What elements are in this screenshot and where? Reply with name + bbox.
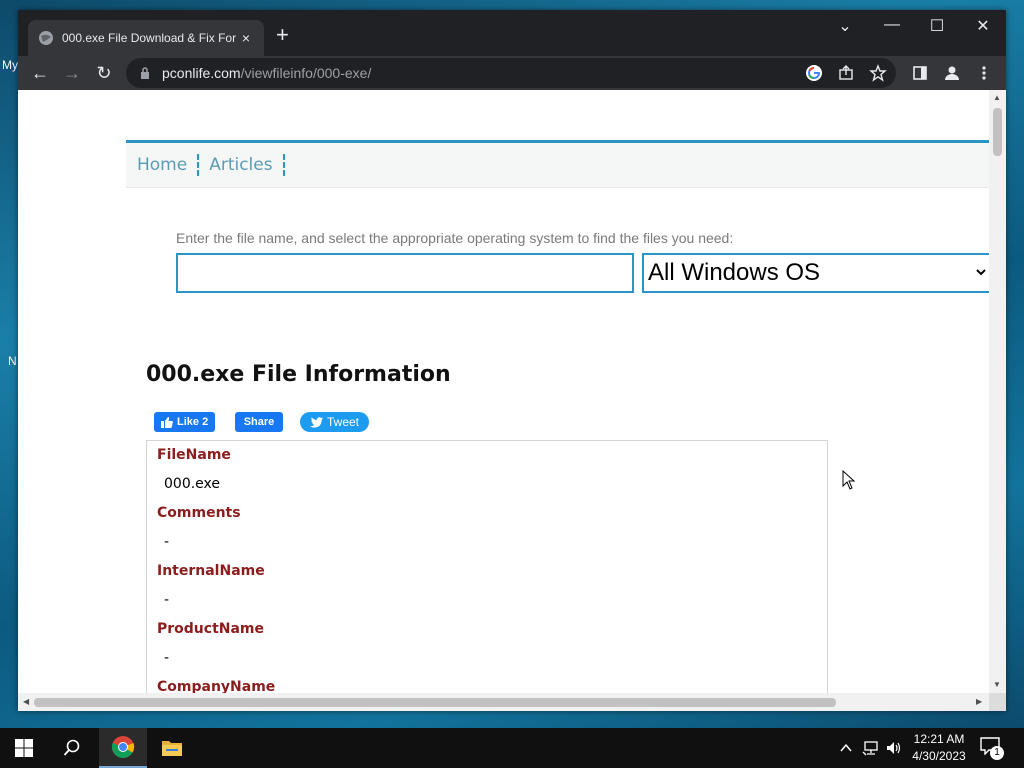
start-button[interactable] (0, 728, 48, 768)
clock-time: 12:21 AM (913, 732, 965, 746)
horizontal-scrollbar[interactable]: ◀ ▶ (18, 693, 989, 711)
share-icon[interactable] (836, 64, 856, 82)
os-select-value: All Windows OS (648, 259, 821, 286)
browser-toolbar: ← → ↻ pconlife.com/viewfileinfo/000-exe/ (18, 56, 1006, 90)
scroll-right-icon[interactable]: ▶ (976, 697, 982, 706)
file-search-input[interactable] (176, 253, 634, 293)
search-hint: Enter the file name, and select the appr… (176, 230, 734, 246)
field-value: 000.exe (164, 476, 221, 492)
thumbs-up-icon (161, 416, 173, 428)
profile-icon[interactable] (942, 64, 962, 82)
page-title: 000.exe File Information (146, 362, 451, 387)
volume-icon[interactable] (885, 740, 903, 756)
close-window-button[interactable]: ✕ (971, 16, 995, 36)
tab-search-icon[interactable]: ⌄ (833, 16, 857, 36)
network-icon[interactable] (862, 740, 880, 756)
field-label: ProductName (157, 621, 265, 637)
field-value: - (164, 592, 170, 608)
like-label: Like 2 (177, 416, 209, 428)
site-nav: Home Articles (126, 140, 989, 188)
browser-tab[interactable]: 000.exe File Download & Fix For × (28, 20, 264, 56)
scroll-down-icon[interactable]: ▼ (993, 680, 1001, 689)
nav-home-link[interactable]: Home (137, 154, 200, 176)
tab-title: 000.exe File Download & Fix For (62, 31, 237, 45)
scroll-up-icon[interactable]: ▲ (993, 93, 1001, 102)
chevron-down-icon (976, 269, 986, 276)
page-viewport: Home Articles Enter the file name, and s… (18, 90, 989, 693)
scroll-left-icon[interactable]: ◀ (23, 697, 29, 706)
field-label: CompanyName (157, 679, 276, 693)
scrollbar-corner (989, 693, 1006, 711)
maximize-button[interactable]: ☐ (925, 16, 949, 36)
nav-articles-link[interactable]: Articles (209, 154, 285, 176)
desktop-icon-label[interactable]: N (8, 354, 17, 368)
vertical-scrollbar[interactable]: ▲ ▼ (989, 90, 1006, 693)
menu-icon[interactable] (974, 64, 994, 82)
tab-close-icon[interactable]: × (238, 30, 254, 46)
browser-window: 000.exe File Download & Fix For × + ⌄ — … (18, 10, 1006, 711)
twitter-bird-icon (310, 416, 323, 428)
windows-logo-icon (15, 739, 33, 757)
share-label: Share (243, 416, 275, 428)
back-button[interactable]: ← (29, 62, 51, 84)
url-host: pconlife.com (162, 65, 241, 81)
system-clock[interactable]: 12:21 AM 4/30/2023 (908, 731, 970, 765)
taskbar-chrome[interactable] (99, 728, 147, 768)
field-value: - (164, 650, 170, 666)
folder-icon (162, 741, 182, 756)
field-value: - (164, 534, 170, 550)
field-label: Comments (157, 505, 241, 521)
tweet-button[interactable]: Tweet (300, 412, 370, 432)
facebook-like-button[interactable]: Like 2 (154, 412, 216, 432)
horizontal-scroll-thumb[interactable] (34, 698, 836, 707)
reload-button[interactable]: ↻ (93, 62, 115, 84)
clock-date: 4/30/2023 (912, 749, 966, 763)
tab-strip: 000.exe File Download & Fix For × + ⌄ — … (18, 10, 1006, 56)
facebook-share-button[interactable]: Share (235, 412, 283, 432)
mouse-cursor-icon (842, 470, 856, 490)
side-panel-icon[interactable] (910, 64, 930, 82)
star-icon[interactable] (868, 64, 888, 82)
address-bar[interactable]: pconlife.com/viewfileinfo/000-exe/ (126, 58, 896, 88)
os-select[interactable]: All Windows OS (642, 253, 989, 293)
globe-icon (39, 31, 53, 45)
google-lens-icon[interactable] (804, 64, 824, 82)
field-label: InternalName (157, 563, 265, 579)
lock-icon[interactable] (140, 67, 150, 79)
minimize-button[interactable]: — (880, 16, 904, 34)
desktop-icon-label[interactable]: My (2, 58, 18, 72)
file-info-table: FileName 000.exe Comments - InternalName… (146, 440, 828, 693)
taskbar-file-explorer[interactable] (148, 728, 196, 768)
new-tab-button[interactable]: + (276, 24, 289, 46)
show-hidden-icons-icon[interactable] (839, 741, 853, 755)
forward-button[interactable]: → (61, 62, 83, 84)
chrome-icon (111, 736, 135, 758)
taskbar: 12:21 AM 4/30/2023 1 (0, 728, 1024, 768)
url-path: /viewfileinfo/000-exe/ (240, 65, 372, 81)
tweet-label: Tweet (327, 415, 360, 429)
vertical-scroll-thumb[interactable] (993, 108, 1002, 156)
search-icon (63, 739, 80, 756)
search-button[interactable] (48, 728, 96, 768)
notification-count-badge: 1 (990, 746, 1004, 760)
field-label: FileName (157, 447, 231, 463)
notification-center-button[interactable]: 1 (980, 737, 1004, 761)
